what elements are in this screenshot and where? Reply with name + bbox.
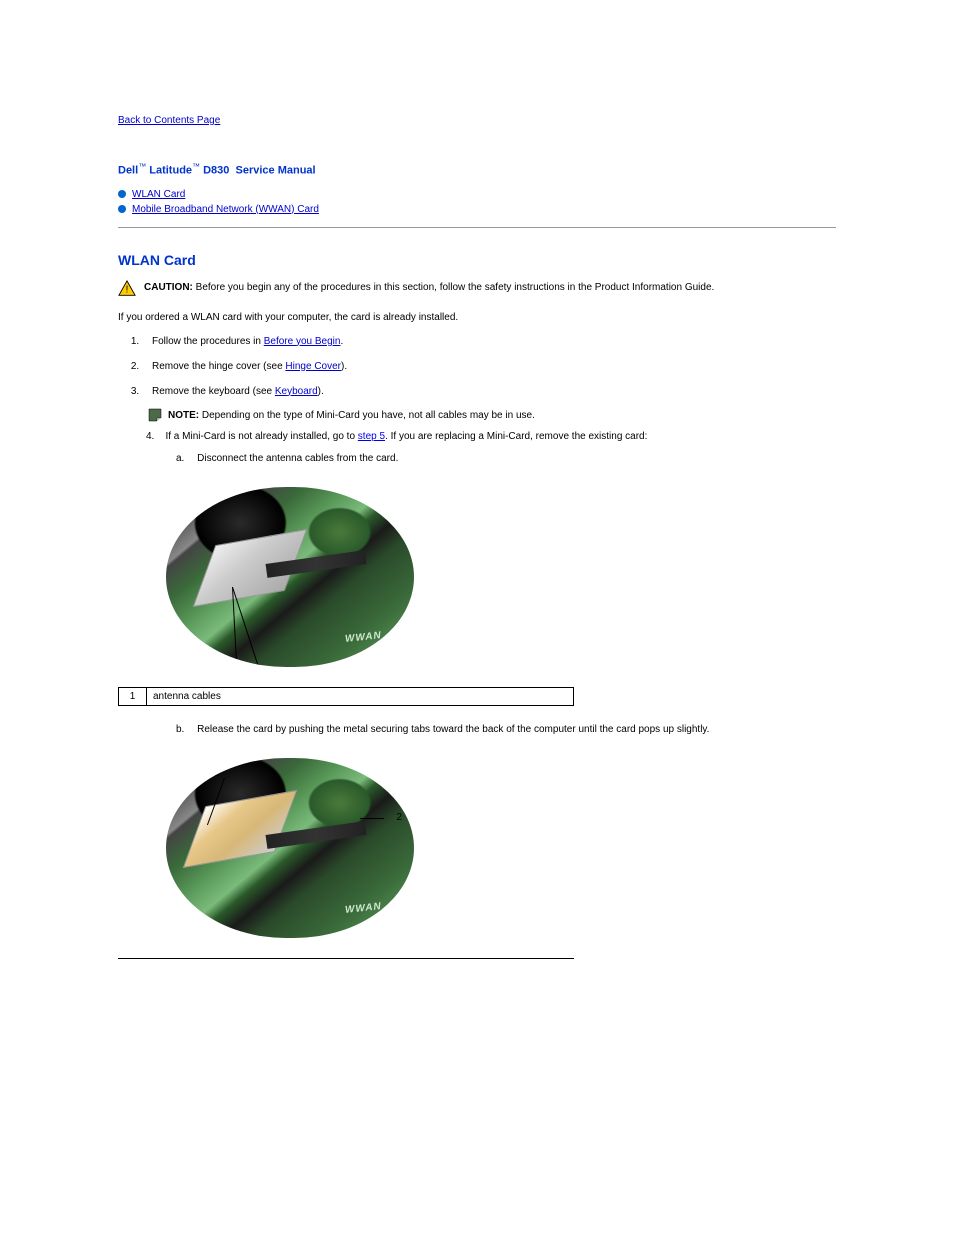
toc: WLAN Card Mobile Broadband Network (WWAN… <box>118 187 836 217</box>
section-heading: WLAN Card <box>118 252 836 268</box>
photo-securing-tabs: WWAN 1 2 <box>166 758 836 938</box>
step-3: Remove the keyboard (see Keyboard). <box>142 383 836 400</box>
caution-icon: ! <box>118 280 136 296</box>
note-icon <box>148 408 162 422</box>
caution-block: ! CAUTION: Before you begin any of the p… <box>118 280 836 296</box>
step-4a: a. Disconnect the antenna cables from th… <box>176 451 836 467</box>
legend-desc: antenna cables <box>147 687 574 705</box>
divider <box>118 227 836 228</box>
step-4b: b. Release the card by pushing the metal… <box>176 722 836 738</box>
footer-divider <box>118 958 574 959</box>
hinge-cover-link[interactable]: Hinge Cover <box>285 361 341 372</box>
toc-wlan-link[interactable]: WLAN Card <box>132 187 185 202</box>
step-4: 4. If a Mini-Card is not already install… <box>146 429 836 445</box>
step-2: Remove the hinge cover (see Hinge Cover)… <box>142 358 836 375</box>
keyboard-link[interactable]: Keyboard <box>275 386 318 397</box>
legend-table: 1 antenna cables <box>118 687 574 706</box>
photo-antenna-cables: WWAN 1 <box>166 487 836 667</box>
steps-list: Follow the procedures in Before you Begi… <box>118 333 836 400</box>
step-1: Follow the procedures in Before you Begi… <box>142 333 836 350</box>
intro-text: If you ordered a WLAN card with your com… <box>118 310 836 325</box>
step5-link[interactable]: step 5 <box>358 431 385 442</box>
bullet-icon <box>118 205 126 213</box>
toc-wwan-link[interactable]: Mobile Broadband Network (WWAN) Card <box>132 202 319 217</box>
manual-title: Dell™ Latitude™ D830 Service Manual <box>118 162 836 177</box>
bullet-icon <box>118 190 126 198</box>
legend-num: 1 <box>119 687 147 705</box>
before-you-begin-link[interactable]: Before you Begin <box>264 336 341 347</box>
note-block: NOTE: Depending on the type of Mini-Card… <box>148 408 836 423</box>
svg-text:!: ! <box>126 284 129 295</box>
back-to-contents-link[interactable]: Back to Contents Page <box>118 115 220 126</box>
